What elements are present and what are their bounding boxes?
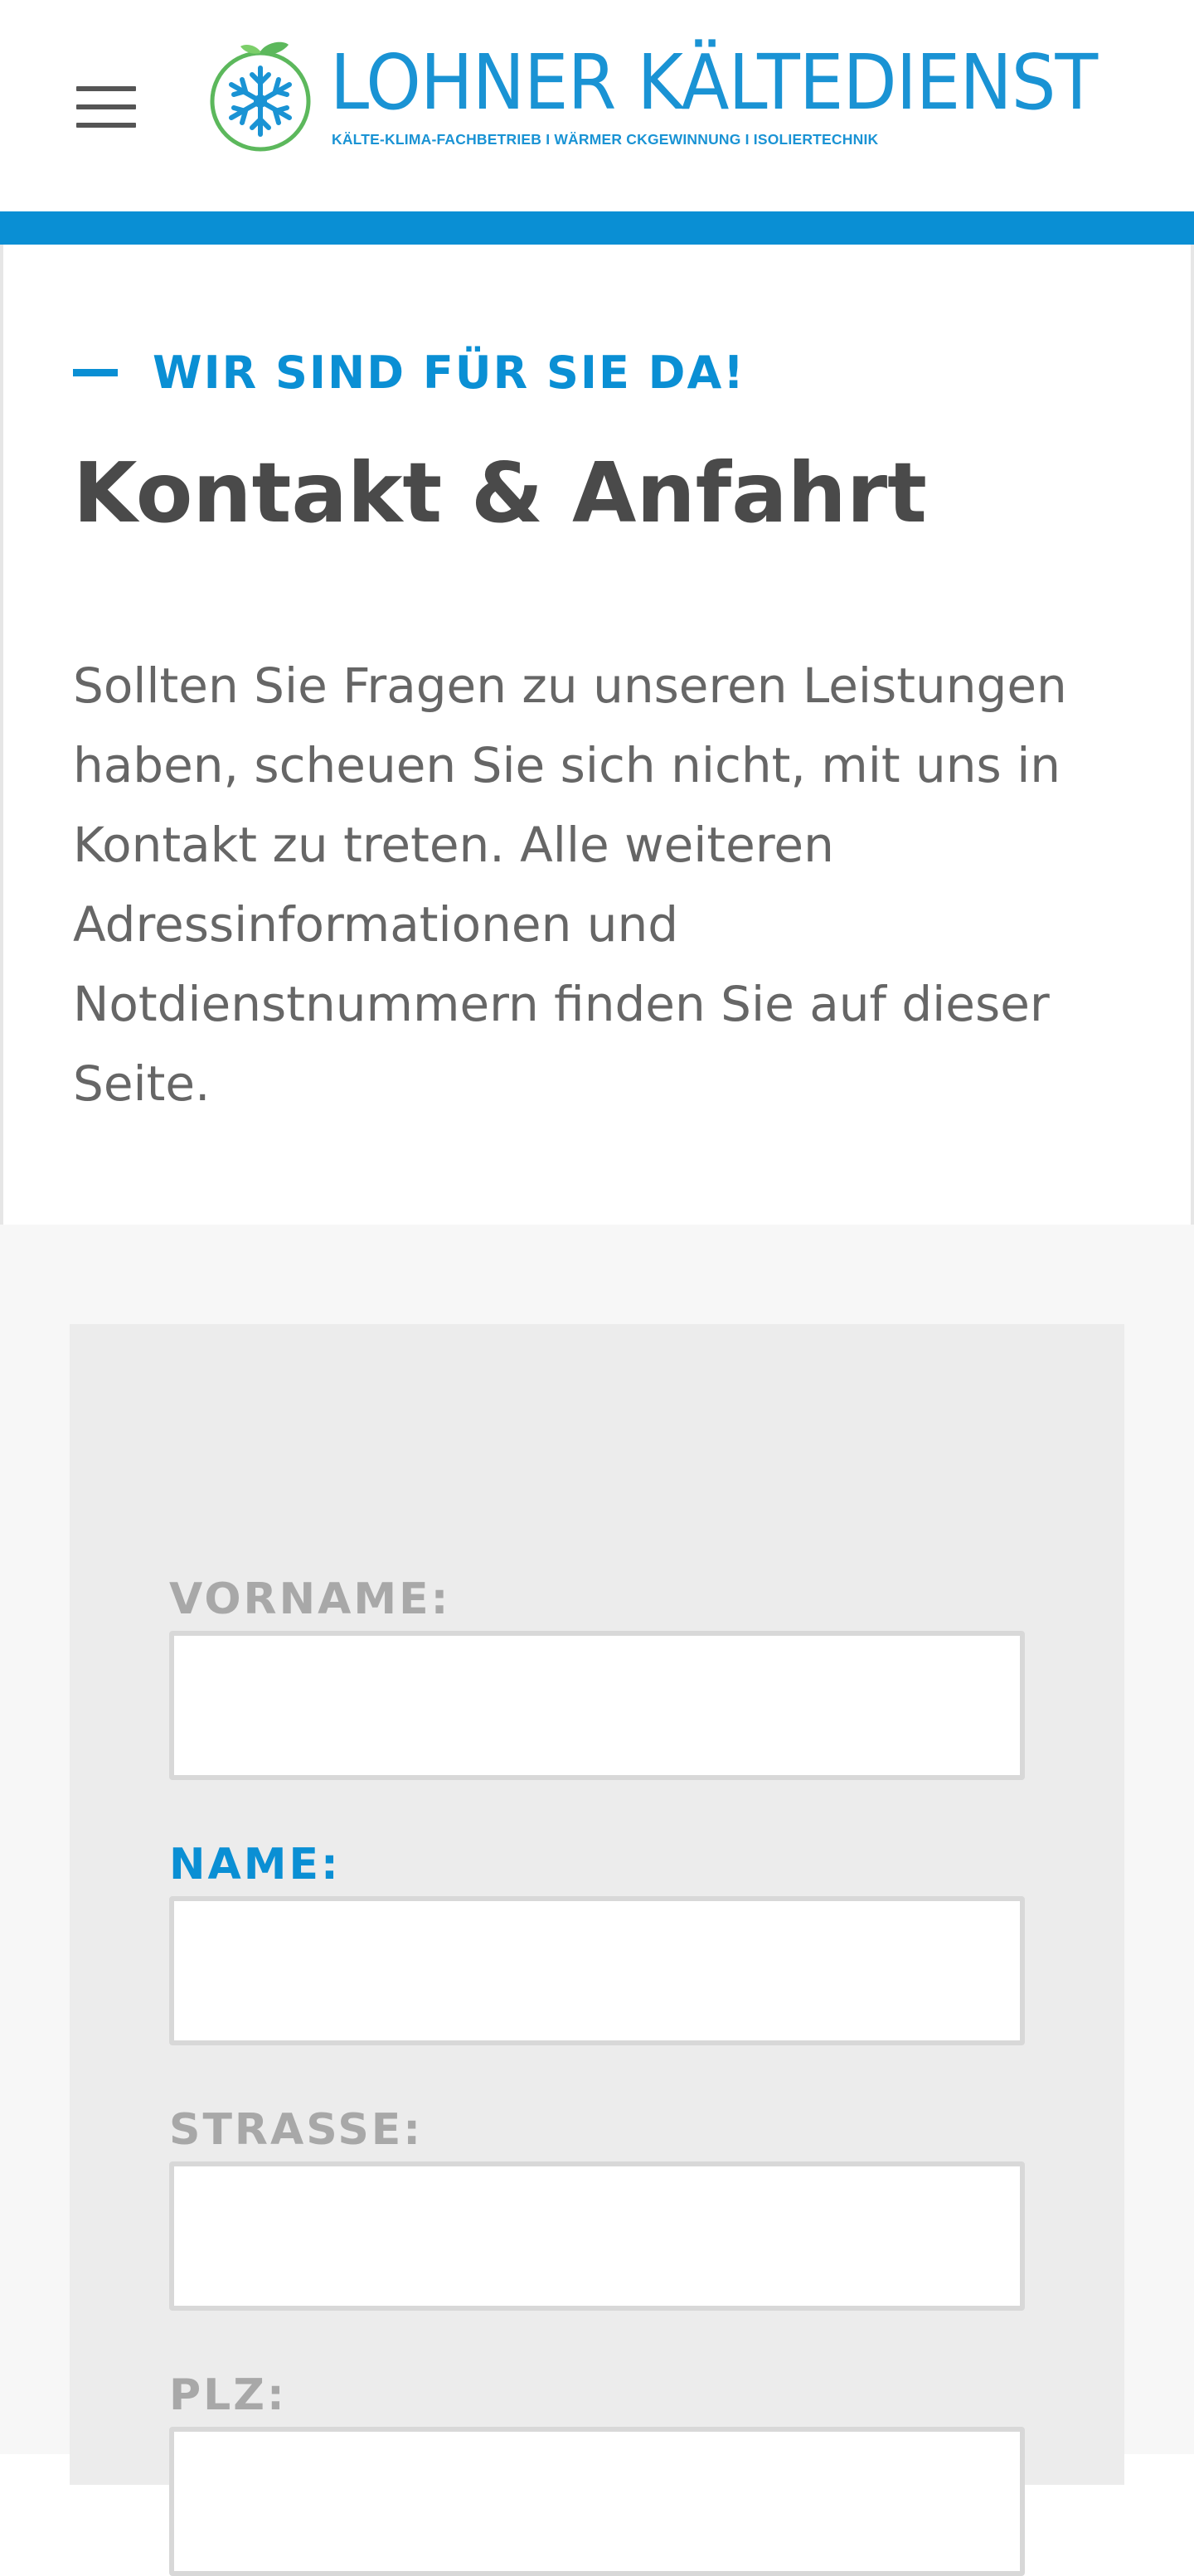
intro-paragraph: Sollten Sie Fragen zu unseren Leistungen… <box>73 657 1067 1112</box>
kicker-dash <box>73 369 118 376</box>
zip-label: PLZ: <box>169 2370 287 2420</box>
last-name-label: NAME: <box>169 1840 341 1890</box>
contact-form-section: VORNAME: NAME: STRASSE: PLZ: <box>0 1225 1194 2576</box>
snowflake-leaf-icon <box>210 41 311 152</box>
first-name-label: VORNAME: <box>169 1574 451 1624</box>
logo-title: LOHNER KÄLTEDIENST <box>330 38 1098 127</box>
site-logo[interactable]: LOHNER KÄLTEDIENST KÄLTE-KLIMA-FACHBETRI… <box>209 36 1098 158</box>
street-label: STRASSE: <box>169 2105 424 2155</box>
site-header: LOHNER KÄLTEDIENST KÄLTE-KLIMA-FACHBETRI… <box>0 0 1194 211</box>
page-title: Kontakt & Anfahrt <box>73 444 927 541</box>
street-input[interactable] <box>169 2161 1025 2311</box>
kicker-text: WIR SIND FÜR SIE DA! <box>153 347 745 399</box>
first-name-input[interactable] <box>169 1631 1025 1780</box>
last-name-input[interactable] <box>169 1896 1025 2045</box>
hamburger-menu-icon[interactable] <box>76 86 136 128</box>
logo-tagline: KÄLTE-KLIMA-FACHBETRIEB I WÄRMER CKGEWIN… <box>332 131 879 148</box>
contact-intro-section: WIR SIND FÜR SIE DA! Kontakt & Anfahrt S… <box>0 245 1194 1225</box>
contact-form: VORNAME: NAME: STRASSE: PLZ: <box>70 1324 1124 2576</box>
zip-input[interactable] <box>169 2427 1025 2576</box>
header-accent-bar <box>0 211 1194 245</box>
